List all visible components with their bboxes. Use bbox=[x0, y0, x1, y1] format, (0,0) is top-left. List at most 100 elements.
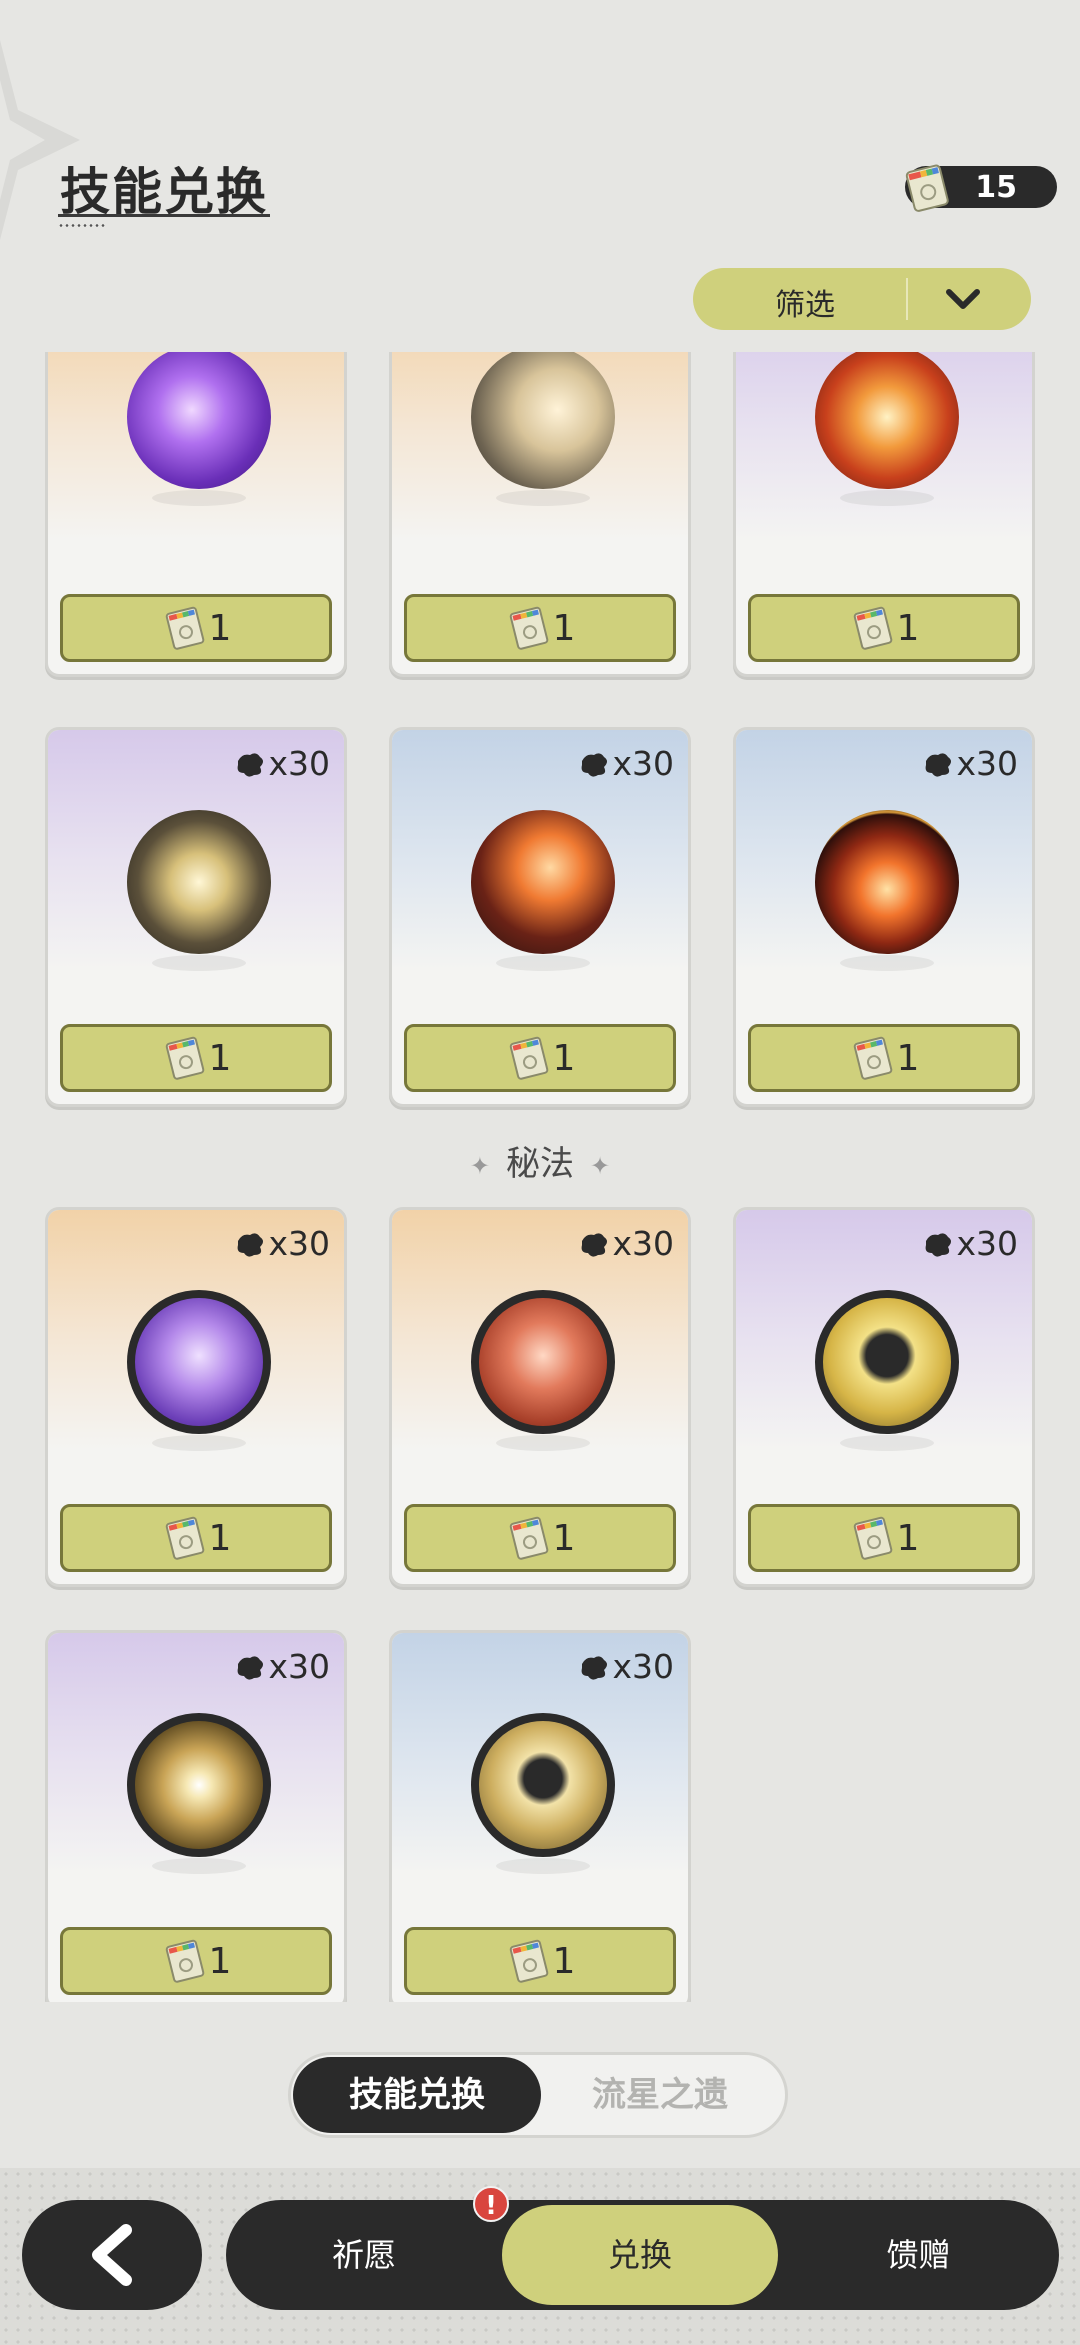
badge-count: x30 bbox=[956, 1224, 1018, 1263]
ticket-icon bbox=[509, 606, 548, 650]
badge-count: x30 bbox=[612, 1647, 674, 1686]
sparkle-icon: ✦ bbox=[590, 1151, 611, 1180]
orb-shadow bbox=[152, 490, 246, 506]
price-value: 1 bbox=[552, 1037, 576, 1079]
filter-dropdown[interactable]: 筛选 bbox=[693, 268, 1031, 330]
filter-divider bbox=[906, 278, 908, 320]
section-header-secret: ✦ 秘法 ✦ bbox=[0, 1136, 1080, 1185]
chevron-down-icon bbox=[946, 289, 980, 309]
ticket-icon bbox=[509, 1516, 548, 1560]
redeem-button[interactable]: 1 bbox=[748, 1024, 1020, 1092]
redeem-button[interactable]: 1 bbox=[60, 594, 332, 662]
red-armor-icon bbox=[471, 1290, 615, 1434]
puzzle-icon bbox=[582, 1655, 608, 1680]
redeem-button[interactable]: 1 bbox=[404, 594, 676, 662]
dark-slash-icon bbox=[127, 810, 271, 954]
skill-card[interactable]: x30 1 bbox=[45, 727, 347, 1107]
price-value: 1 bbox=[552, 1940, 576, 1982]
price-value: 1 bbox=[208, 607, 232, 649]
redeem-button[interactable]: 1 bbox=[60, 1024, 332, 1092]
nav-gift[interactable]: 馈赠 bbox=[778, 2200, 1059, 2310]
puzzle-icon bbox=[238, 1232, 264, 1257]
secret-card[interactable]: x30 1 bbox=[389, 1207, 691, 1587]
puzzle-icon bbox=[926, 1232, 952, 1257]
redeem-button[interactable]: 1 bbox=[404, 1927, 676, 1995]
orb-shadow bbox=[152, 955, 246, 971]
quantity-badge: x30 bbox=[922, 1224, 1018, 1263]
puzzle-icon bbox=[238, 752, 264, 777]
secret-card[interactable]: x30 1 bbox=[733, 1207, 1035, 1587]
ticket-icon bbox=[509, 1036, 548, 1080]
price-value: 1 bbox=[896, 607, 920, 649]
nav-wish[interactable]: 祈愿 bbox=[226, 2200, 502, 2310]
sparkle-icon: ✦ bbox=[469, 1151, 490, 1180]
redeem-button[interactable]: 1 bbox=[60, 1927, 332, 1995]
orb-shadow bbox=[840, 955, 934, 971]
flame-arc-icon bbox=[471, 810, 615, 954]
secret-card[interactable]: x30 1 bbox=[389, 1630, 691, 2002]
ticket-icon bbox=[165, 1036, 204, 1080]
puzzle-icon bbox=[582, 752, 608, 777]
puzzle-icon bbox=[582, 1232, 608, 1257]
redeem-button[interactable]: 1 bbox=[404, 1024, 676, 1092]
redeem-button[interactable]: 1 bbox=[404, 1504, 676, 1572]
ticket-icon bbox=[165, 1516, 204, 1560]
ticket-icon bbox=[165, 1939, 204, 1983]
price-value: 1 bbox=[552, 607, 576, 649]
section-title: 秘法 bbox=[506, 1144, 574, 1184]
skill-card[interactable]: 1 bbox=[733, 352, 1035, 677]
badge-count: x30 bbox=[268, 744, 330, 783]
skill-card[interactable]: 1 bbox=[389, 352, 691, 677]
price-value: 1 bbox=[552, 1517, 576, 1559]
secret-card[interactable]: x30 1 bbox=[45, 1630, 347, 2002]
ticket-icon bbox=[905, 164, 949, 212]
gold-heal-icon bbox=[471, 1713, 615, 1857]
badge-count: x30 bbox=[268, 1647, 330, 1686]
nav-exchange[interactable]: 兑换 bbox=[502, 2205, 778, 2305]
quantity-badge: x30 bbox=[578, 744, 674, 783]
badge-count: x30 bbox=[612, 744, 674, 783]
orb-shadow bbox=[840, 1435, 934, 1451]
quantity-badge: x30 bbox=[234, 1647, 330, 1686]
price-value: 1 bbox=[208, 1037, 232, 1079]
badge-count: x30 bbox=[612, 1224, 674, 1263]
redeem-button[interactable]: 1 bbox=[748, 594, 1020, 662]
secret-card[interactable]: x30 1 bbox=[45, 1207, 347, 1587]
skill-card[interactable]: 1 bbox=[45, 352, 347, 677]
quantity-badge: x30 bbox=[234, 1224, 330, 1263]
orb-shadow bbox=[496, 1435, 590, 1451]
price-value: 1 bbox=[896, 1517, 920, 1559]
title-underline bbox=[58, 214, 270, 217]
price-value: 1 bbox=[208, 1940, 232, 1982]
ticket-icon bbox=[853, 606, 892, 650]
redeem-button[interactable]: 1 bbox=[60, 1504, 332, 1572]
skill-grid[interactable]: 1 1 1 x30 1 x30 1 x30 1 ✦ 秘法 ✦ x30 1 x30… bbox=[0, 352, 1080, 2002]
back-button[interactable] bbox=[22, 2200, 202, 2310]
price-value: 1 bbox=[208, 1517, 232, 1559]
ticket-icon bbox=[165, 606, 204, 650]
price-value: 1 bbox=[896, 1037, 920, 1079]
subtab-switcher: 技能兑换 流星之遗 bbox=[288, 2052, 788, 2138]
quantity-badge: x30 bbox=[578, 1224, 674, 1263]
bottom-nav: 祈愿 兑换 馈赠 bbox=[226, 2200, 1059, 2310]
tab-skill-exchange[interactable]: 技能兑换 bbox=[293, 2057, 541, 2133]
badge-count: x30 bbox=[956, 744, 1018, 783]
orb-shadow bbox=[152, 1858, 246, 1874]
redeem-button[interactable]: 1 bbox=[748, 1504, 1020, 1572]
quantity-badge: x30 bbox=[234, 744, 330, 783]
ticket-icon bbox=[853, 1036, 892, 1080]
fire-ring-icon bbox=[815, 810, 959, 954]
puzzle-icon bbox=[238, 1655, 264, 1680]
purple-figure-icon bbox=[127, 1290, 271, 1434]
quantity-badge: x30 bbox=[922, 744, 1018, 783]
title-dots bbox=[58, 224, 106, 227]
tab-meteor-relic[interactable]: 流星之遗 bbox=[545, 2057, 775, 2133]
alert-badge: ! bbox=[473, 2186, 509, 2222]
chevron-left-icon bbox=[92, 2224, 132, 2286]
gold-compass-icon bbox=[127, 1713, 271, 1857]
quantity-badge: x30 bbox=[578, 1647, 674, 1686]
badge-count: x30 bbox=[268, 1224, 330, 1263]
orb-shadow bbox=[496, 490, 590, 506]
skill-card[interactable]: x30 1 bbox=[389, 727, 691, 1107]
skill-card[interactable]: x30 1 bbox=[733, 727, 1035, 1107]
